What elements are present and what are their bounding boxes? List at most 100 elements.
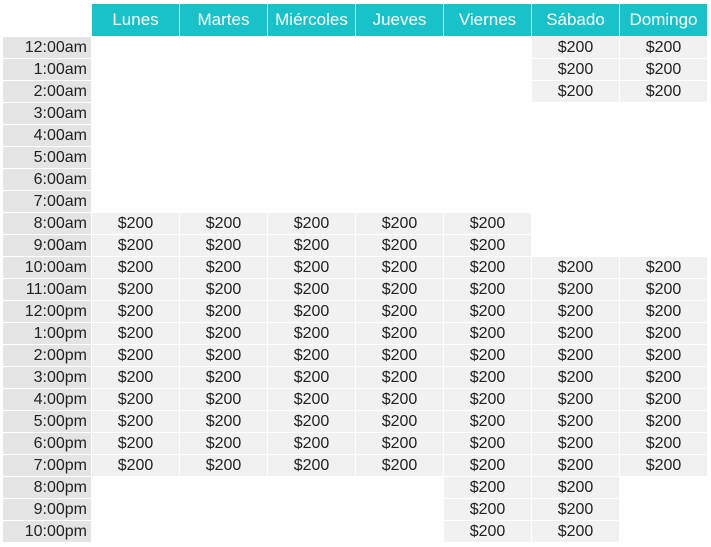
price-cell: $200	[179, 278, 267, 300]
price-cell: $200	[531, 36, 619, 58]
time-label: 2:00am	[3, 80, 91, 102]
price-cell: $200	[91, 388, 179, 410]
price-cell: $200	[179, 432, 267, 454]
price-cell: $200	[443, 432, 531, 454]
price-cell: $200	[619, 58, 707, 80]
empty-cell	[355, 36, 443, 58]
empty-cell	[443, 36, 531, 58]
price-cell: $200	[355, 300, 443, 322]
price-cell: $200	[91, 212, 179, 234]
price-cell: $200	[267, 322, 355, 344]
price-cell: $200	[91, 300, 179, 322]
price-cell: $200	[355, 256, 443, 278]
empty-cell	[531, 102, 619, 124]
price-cell: $200	[443, 322, 531, 344]
price-cell: $200	[267, 234, 355, 256]
price-cell: $200	[179, 322, 267, 344]
time-label: 4:00pm	[3, 388, 91, 410]
price-cell: $200	[267, 300, 355, 322]
empty-cell	[91, 102, 179, 124]
empty-cell	[179, 124, 267, 146]
time-label: 7:00pm	[3, 454, 91, 476]
price-cell: $200	[531, 498, 619, 520]
empty-cell	[179, 36, 267, 58]
price-cell: $200	[355, 454, 443, 476]
empty-cell	[179, 190, 267, 212]
empty-cell	[619, 520, 707, 542]
empty-cell	[91, 36, 179, 58]
price-cell: $200	[179, 410, 267, 432]
empty-cell	[267, 80, 355, 102]
empty-cell	[267, 102, 355, 124]
empty-cell	[91, 520, 179, 542]
time-label: 8:00pm	[3, 476, 91, 498]
empty-cell	[619, 124, 707, 146]
price-cell: $200	[619, 300, 707, 322]
price-schedule-table: Lunes Martes Miércoles Jueves Viernes Sá…	[3, 4, 707, 542]
price-cell: $200	[443, 212, 531, 234]
empty-cell	[91, 80, 179, 102]
empty-cell	[443, 168, 531, 190]
empty-cell	[267, 168, 355, 190]
empty-cell	[619, 234, 707, 256]
price-cell: $200	[619, 322, 707, 344]
time-label: 12:00am	[3, 36, 91, 58]
price-cell: $200	[619, 256, 707, 278]
price-cell: $200	[179, 366, 267, 388]
price-cell: $200	[91, 344, 179, 366]
price-cell: $200	[267, 388, 355, 410]
day-header-sabado: Sábado	[531, 4, 619, 36]
empty-cell	[619, 102, 707, 124]
empty-cell	[179, 168, 267, 190]
table-corner	[3, 4, 91, 36]
empty-cell	[355, 476, 443, 498]
empty-cell	[619, 212, 707, 234]
empty-cell	[619, 146, 707, 168]
price-cell: $200	[179, 454, 267, 476]
empty-cell	[91, 190, 179, 212]
empty-cell	[619, 168, 707, 190]
empty-cell	[443, 58, 531, 80]
empty-cell	[91, 498, 179, 520]
price-cell: $200	[619, 80, 707, 102]
time-label: 5:00pm	[3, 410, 91, 432]
price-cell: $200	[443, 256, 531, 278]
empty-cell	[443, 146, 531, 168]
price-cell: $200	[355, 234, 443, 256]
time-label: 7:00am	[3, 190, 91, 212]
empty-cell	[355, 58, 443, 80]
price-cell: $200	[355, 212, 443, 234]
price-cell: $200	[91, 454, 179, 476]
time-label: 9:00pm	[3, 498, 91, 520]
empty-cell	[443, 124, 531, 146]
empty-cell	[91, 124, 179, 146]
day-header-martes: Martes	[179, 4, 267, 36]
price-cell: $200	[267, 278, 355, 300]
price-cell: $200	[443, 388, 531, 410]
price-cell: $200	[443, 234, 531, 256]
empty-cell	[355, 124, 443, 146]
price-cell: $200	[267, 432, 355, 454]
price-cell: $200	[91, 366, 179, 388]
price-cell: $200	[91, 322, 179, 344]
price-cell: $200	[267, 366, 355, 388]
price-cell: $200	[179, 256, 267, 278]
schedule-grid: Lunes Martes Miércoles Jueves Viernes Sá…	[3, 4, 707, 542]
price-cell: $200	[443, 454, 531, 476]
empty-cell	[443, 102, 531, 124]
price-cell: $200	[179, 388, 267, 410]
empty-cell	[355, 190, 443, 212]
time-label: 4:00am	[3, 124, 91, 146]
time-label: 1:00pm	[3, 322, 91, 344]
time-label: 11:00am	[3, 278, 91, 300]
time-label: 5:00am	[3, 146, 91, 168]
day-header-lunes: Lunes	[91, 4, 179, 36]
empty-cell	[531, 234, 619, 256]
empty-cell	[355, 498, 443, 520]
price-cell: $200	[531, 454, 619, 476]
price-cell: $200	[531, 388, 619, 410]
time-label: 3:00am	[3, 102, 91, 124]
empty-cell	[531, 168, 619, 190]
empty-cell	[355, 168, 443, 190]
price-cell: $200	[619, 278, 707, 300]
